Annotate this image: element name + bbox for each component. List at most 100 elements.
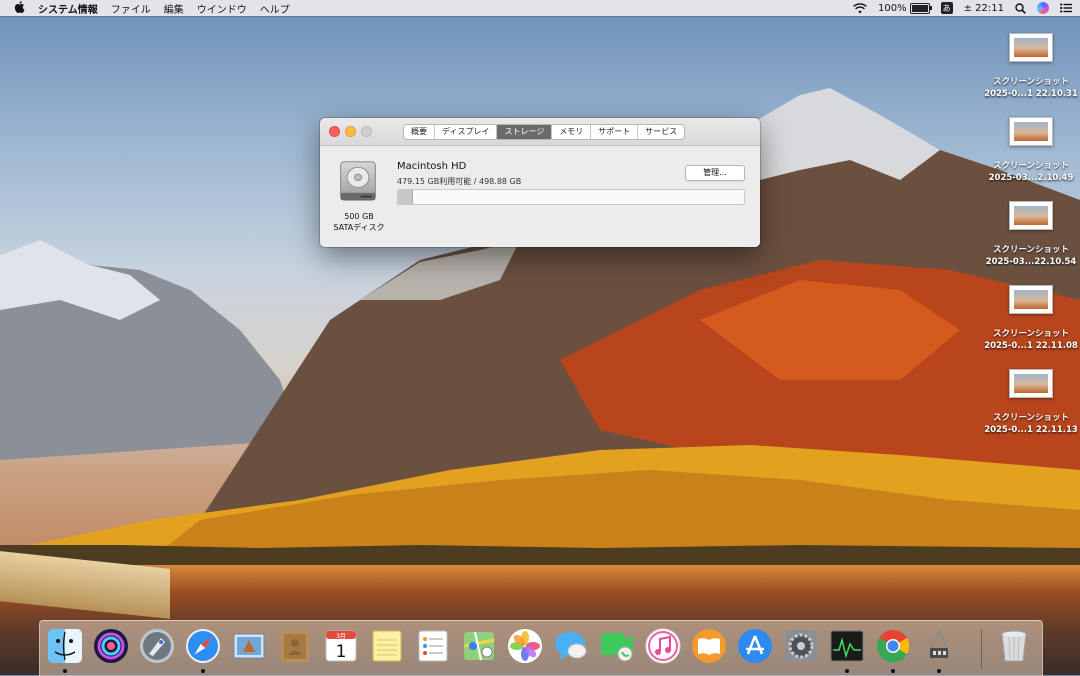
screenshot-thumbnail xyxy=(1009,117,1053,146)
storage-usage-fill xyxy=(398,190,413,204)
disk-capacity: 500 GB xyxy=(344,212,374,221)
system-information-icon xyxy=(930,630,948,658)
reminders-icon xyxy=(418,630,448,662)
dock-mail[interactable] xyxy=(230,627,268,665)
dock-app-store[interactable] xyxy=(736,627,774,665)
gear-icon xyxy=(785,630,817,662)
manage-button[interactable]: 管理... xyxy=(685,165,745,181)
calendar-day: 1 xyxy=(336,642,347,662)
running-indicator xyxy=(891,669,895,673)
dock-finder[interactable] xyxy=(46,627,84,673)
desktop-screenshot-file[interactable]: スクリーンショット 2025-0...1 22.11.08 xyxy=(981,285,1080,352)
disk-type: SATAディスク xyxy=(333,223,385,232)
dock-activity-monitor[interactable] xyxy=(828,627,866,673)
dock-trash[interactable] xyxy=(995,627,1033,665)
maps-icon xyxy=(463,631,495,661)
apple-menu-icon[interactable] xyxy=(14,0,25,16)
storage-usage-bar xyxy=(397,189,745,205)
tab-storage[interactable]: ストレージ xyxy=(497,125,553,139)
dock-calendar[interactable]: 3月 1 xyxy=(322,627,360,665)
file-name-line1: スクリーンショット xyxy=(992,77,1070,87)
dock-notes[interactable] xyxy=(368,627,406,665)
desktop-screenshot-file[interactable]: スクリーンショット 2025-0...1 22.10.31 xyxy=(981,33,1080,100)
disk-name: Macintosh HD xyxy=(397,161,467,172)
contacts-icon xyxy=(281,631,309,662)
file-name-line2: 2025-0...1 22.11.13 xyxy=(984,425,1078,435)
dock-photos[interactable] xyxy=(506,627,544,665)
dock-chrome[interactable] xyxy=(874,627,912,673)
finder-icon xyxy=(48,629,82,663)
dock-reminders[interactable] xyxy=(414,627,452,665)
running-indicator xyxy=(201,669,205,673)
menu-window[interactable]: ウインドウ xyxy=(197,1,247,16)
tab-service[interactable]: サービス xyxy=(638,125,684,139)
dock: 3月 1 xyxy=(39,620,1043,676)
battery-indicator[interactable]: 100% xyxy=(878,2,932,14)
dock-itunes[interactable] xyxy=(644,627,682,665)
file-name-line1: スクリーンショット xyxy=(992,413,1070,423)
siri-icon xyxy=(94,629,128,663)
close-button[interactable] xyxy=(329,126,340,137)
dock-system-information[interactable] xyxy=(920,627,958,673)
siri-icon[interactable] xyxy=(1037,2,1049,14)
dock-contacts[interactable] xyxy=(276,627,314,665)
file-name-line2: 2025-0...1 22.11.08 xyxy=(984,341,1078,351)
menu-app-name[interactable]: システム情報 xyxy=(38,1,98,16)
dock-siri[interactable] xyxy=(92,627,130,665)
menu-help[interactable]: ヘルプ xyxy=(260,1,290,16)
running-indicator xyxy=(845,669,849,673)
input-method-icon: あ xyxy=(940,2,953,14)
dock-system-preferences[interactable] xyxy=(782,627,820,665)
screenshot-thumbnail xyxy=(1009,33,1053,62)
disk-availability: 479.15 GB利用可能 / 498.88 GB xyxy=(397,177,522,186)
minimize-button[interactable] xyxy=(345,126,356,137)
file-name-line1: スクリーンショット xyxy=(992,329,1070,339)
zoom-button[interactable] xyxy=(361,126,372,137)
dock-messages[interactable] xyxy=(552,627,590,665)
tab-overview[interactable]: 概要 xyxy=(404,125,435,139)
window-titlebar[interactable]: 概要 ディスプレイ ストレージ メモリ サポート サービス xyxy=(320,118,760,146)
spotlight-search-icon[interactable] xyxy=(1015,2,1026,14)
app-store-icon xyxy=(738,629,772,663)
tab-memory[interactable]: メモリ xyxy=(552,125,592,139)
battery-icon xyxy=(909,2,932,14)
file-name-line1: スクリーンショット xyxy=(992,245,1070,255)
dock-safari[interactable] xyxy=(184,627,222,673)
calendar-icon: 3月 1 xyxy=(325,630,357,662)
dock-separator xyxy=(981,629,982,669)
menu-clock[interactable]: ± 22:11 xyxy=(964,3,1004,14)
notification-center-icon[interactable] xyxy=(1060,3,1072,13)
photos-icon xyxy=(508,629,542,663)
screenshot-thumbnail xyxy=(1009,285,1053,314)
running-indicator xyxy=(63,669,67,673)
file-name-line2: 2025-03...2.10.49 xyxy=(988,173,1074,183)
messages-icon xyxy=(555,632,587,661)
battery-percent: 100% xyxy=(878,2,907,14)
storage-panel: 500 GB SATAディスク Macintosh HD 479.15 GB利用… xyxy=(320,146,760,247)
menu-file[interactable]: ファイル xyxy=(111,1,151,16)
desktop-wallpaper xyxy=(0,0,1080,675)
desktop-screenshot-file[interactable]: スクリーンショット 2025-0...1 22.11.13 xyxy=(981,369,1080,436)
safari-icon xyxy=(186,629,220,663)
dock-ibooks[interactable] xyxy=(690,627,728,665)
screenshot-thumbnail xyxy=(1009,201,1053,230)
wifi-icon[interactable] xyxy=(853,2,867,14)
about-this-mac-window: 概要 ディスプレイ ストレージ メモリ サポート サービス 500 GB SAT… xyxy=(320,118,760,247)
dock-maps[interactable] xyxy=(460,627,498,665)
file-name-line1: スクリーンショット xyxy=(992,161,1070,171)
file-name-line2: 2025-03...22.10.54 xyxy=(985,257,1077,267)
tab-support[interactable]: サポート xyxy=(591,125,639,139)
input-method-menu[interactable]: あ xyxy=(940,2,953,14)
file-name-line2: 2025-0...1 22.10.31 xyxy=(984,89,1078,99)
notes-icon xyxy=(372,630,402,662)
tab-displays[interactable]: ディスプレイ xyxy=(435,125,498,139)
desktop-screenshot-file[interactable]: スクリーンショット 2025-03...22.10.54 xyxy=(981,201,1080,268)
menu-edit[interactable]: 編集 xyxy=(164,1,184,16)
ibooks-icon xyxy=(692,629,726,663)
itunes-icon xyxy=(645,628,681,664)
desktop-screenshot-file[interactable]: スクリーンショット 2025-03...2.10.49 xyxy=(981,117,1080,184)
facetime-icon xyxy=(601,633,633,662)
dock-facetime[interactable] xyxy=(598,627,636,665)
dock-launchpad[interactable] xyxy=(138,627,176,665)
chrome-icon xyxy=(876,629,910,663)
